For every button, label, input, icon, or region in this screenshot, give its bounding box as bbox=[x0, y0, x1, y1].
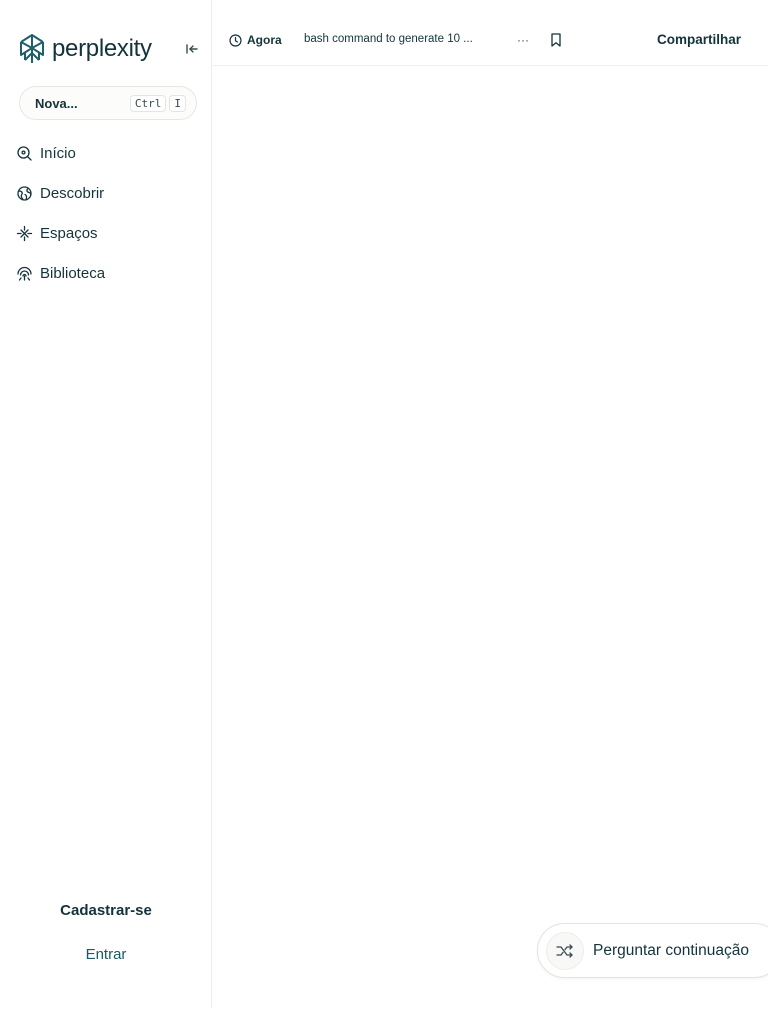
thread-time: Agora bbox=[229, 33, 282, 47]
sidebar-item-label: Espaços bbox=[40, 224, 98, 242]
globe-icon bbox=[17, 185, 32, 201]
shortcut-key-i: I bbox=[169, 94, 186, 112]
brand-name: perplexity bbox=[52, 35, 152, 62]
more-options-button[interactable]: ··· bbox=[513, 30, 533, 50]
sidebar-item-descobrir[interactable]: Descobrir bbox=[16, 180, 201, 206]
app-window: perplexity Nova... Ctrl I Início Descobr… bbox=[0, 0, 768, 1024]
library-icon bbox=[17, 266, 32, 281]
brand-logo[interactable]: perplexity bbox=[18, 32, 152, 66]
collapse-sidebar-button[interactable] bbox=[183, 40, 201, 58]
sidebar-item-label: Biblioteca bbox=[40, 264, 106, 282]
sidebar-item-label: Descobrir bbox=[40, 184, 105, 202]
sparkle-icon bbox=[16, 225, 33, 241]
sidebar-item-inicio[interactable]: Início bbox=[16, 140, 201, 166]
time-label: Agora bbox=[247, 33, 282, 47]
sidebar-item-label: Início bbox=[40, 144, 76, 162]
login-button[interactable]: Entrar bbox=[0, 946, 212, 963]
perplexity-logo-icon bbox=[20, 34, 44, 63]
shuffle-button[interactable] bbox=[546, 931, 584, 970]
new-thread-button[interactable]: Nova... Ctrl I bbox=[19, 86, 197, 120]
sidebar: perplexity Nova... Ctrl I Início Descobr… bbox=[0, 0, 212, 1008]
bookmark-icon bbox=[551, 33, 561, 47]
shuffle-icon bbox=[556, 943, 573, 958]
sidebar-item-biblioteca[interactable]: Biblioteca bbox=[16, 260, 201, 286]
new-thread-label: Nova... bbox=[35, 95, 78, 111]
thread-header: Agora bash command to generate 10 ... ··… bbox=[213, 16, 768, 66]
clock-icon bbox=[229, 33, 242, 47]
sidebar-item-espacos[interactable]: Espaços bbox=[16, 220, 201, 246]
signup-button[interactable]: Cadastrar-se bbox=[0, 902, 212, 919]
followup-label: Perguntar continuação bbox=[593, 941, 749, 959]
shortcut-key-ctrl: Ctrl bbox=[129, 94, 167, 112]
share-button[interactable]: Compartilhar bbox=[649, 32, 749, 47]
thread-title[interactable]: bash command to generate 10 ... bbox=[304, 33, 489, 45]
sidebar-nav: Início Descobrir Espaços Biblioteca bbox=[16, 140, 201, 300]
bookmark-button[interactable] bbox=[549, 32, 565, 50]
ask-followup-button[interactable]: Perguntar continuação bbox=[537, 923, 768, 978]
search-icon bbox=[17, 145, 32, 161]
collapse-icon bbox=[186, 44, 198, 54]
